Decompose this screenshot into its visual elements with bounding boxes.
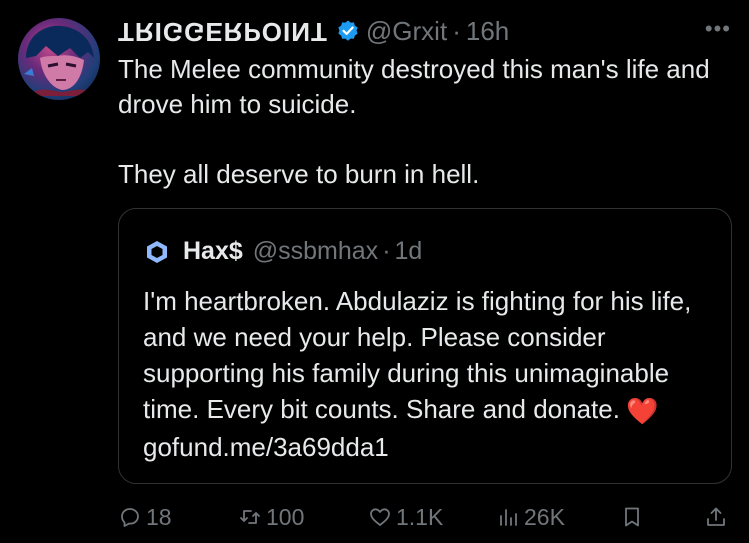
timestamp[interactable]: 16h xyxy=(466,16,509,47)
tweet-text: The Melee community destroyed this man's… xyxy=(118,52,730,192)
separator: · xyxy=(382,237,391,265)
tweet-header: TRIGGERPOINT @Grxit · 16h ••• xyxy=(118,14,731,48)
like-button[interactable]: 1.1K xyxy=(368,504,443,531)
tweet-text-line: They all deserve to burn in hell. xyxy=(118,159,480,189)
quoted-author-handle[interactable]: @ssbmhax xyxy=(253,237,378,266)
quoted-author-display-name[interactable]: Hax$ xyxy=(183,237,243,266)
quote-avatar-icon[interactable] xyxy=(143,238,171,266)
views-button[interactable]: 26K xyxy=(496,504,565,531)
bookmark-icon xyxy=(625,507,639,527)
action-bar: 18 100 1.1K 26K xyxy=(118,500,732,534)
heart-emoji: ❤️ xyxy=(625,396,659,426)
quoted-tweet-header: Hax$ @ssbmhax · 1d xyxy=(143,237,422,266)
verified-badge-icon[interactable] xyxy=(336,19,360,43)
quoted-tweet-text: I'm heartbroken. Abdulaziz is fighting f… xyxy=(143,283,717,465)
author-handle[interactable]: @Grxit xyxy=(366,16,447,47)
views-count: 26K xyxy=(524,503,565,530)
reply-button[interactable]: 18 xyxy=(118,504,172,531)
separator: · xyxy=(452,15,461,46)
views-icon xyxy=(500,509,517,526)
like-count: 1.1K xyxy=(396,503,444,530)
reply-icon xyxy=(121,508,139,527)
reply-count: 18 xyxy=(146,503,172,530)
share-button[interactable] xyxy=(704,505,732,529)
quoted-timestamp: 1d xyxy=(394,237,423,265)
more-icon[interactable]: ••• xyxy=(705,14,731,44)
bookmark-button[interactable] xyxy=(620,505,648,529)
retweet-button[interactable]: 100 xyxy=(238,504,304,531)
author-display-name[interactable]: TRIGGERPOINT xyxy=(118,16,328,47)
avatar[interactable] xyxy=(18,18,100,100)
share-icon xyxy=(707,507,725,526)
donation-link[interactable]: gofund.me/3a69dda1 xyxy=(143,432,389,462)
quoted-tweet[interactable]: Hax$ @ssbmhax · 1d I'm heartbroken. Abdu… xyxy=(118,208,732,484)
tweet-text-line: The Melee community destroyed this man's… xyxy=(118,54,710,119)
retweet-count: 100 xyxy=(266,503,305,530)
quoted-tweet-body: I'm heartbroken. Abdulaziz is fighting f… xyxy=(143,286,692,424)
retweet-icon xyxy=(240,510,260,524)
like-icon xyxy=(370,508,390,526)
